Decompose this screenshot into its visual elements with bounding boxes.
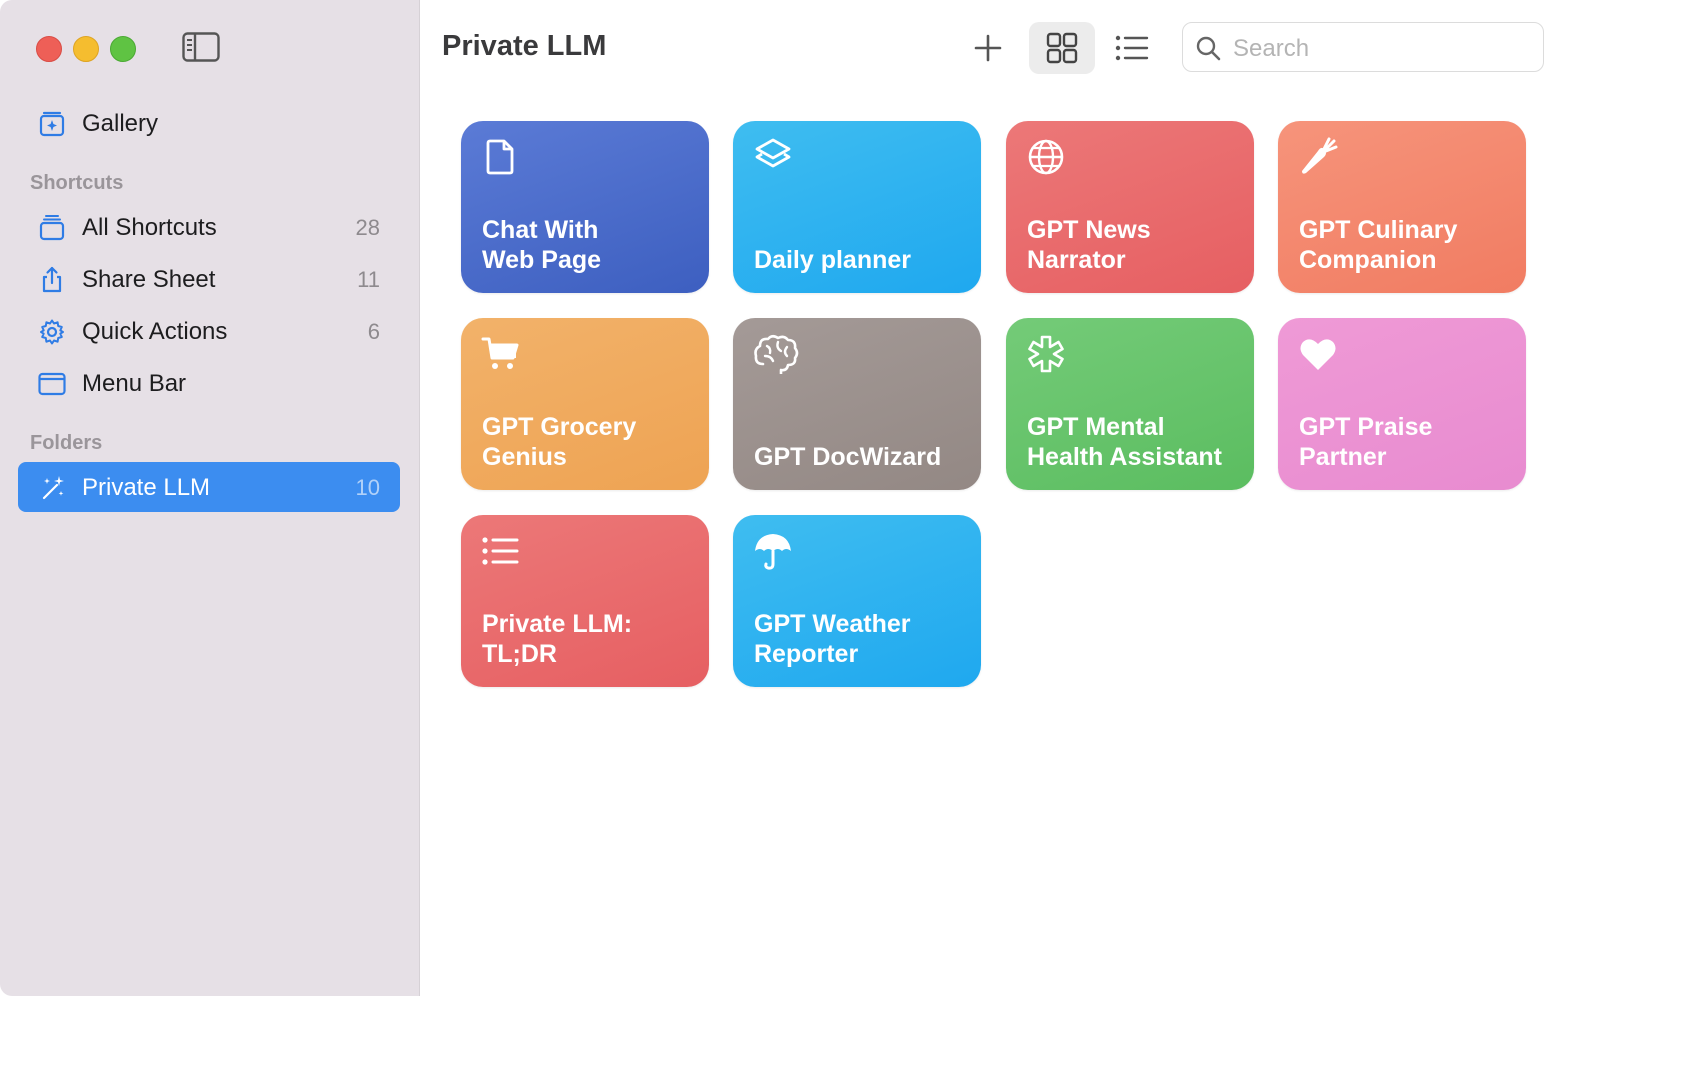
sidebar-item-label: Menu Bar	[82, 370, 187, 397]
shortcut-card-gpt-praise-partner[interactable]: GPT Praise Partner	[1278, 318, 1526, 490]
shortcut-card-private-llm-tldr[interactable]: Private LLM: TL;DR	[461, 515, 709, 687]
list-icon	[1115, 35, 1149, 61]
minimize-button[interactable]	[73, 36, 99, 62]
sidebar-item-count: 11	[357, 267, 380, 292]
shortcut-card-daily-planner[interactable]: Daily planner	[733, 121, 981, 293]
sidebar: Gallery Shortcuts All Shortcuts 28 Share…	[0, 0, 420, 996]
sidebar-item-share-sheet[interactable]: Share Sheet 11	[18, 254, 400, 304]
card-title: GPT Mental Health Assistant	[1027, 413, 1222, 471]
list-view-button[interactable]	[1099, 22, 1165, 74]
sidebar-item-count: 10	[355, 475, 380, 500]
share-icon	[42, 266, 62, 293]
sidebar-item-label: Share Sheet	[82, 266, 216, 293]
card-title: GPT Weather Reporter	[754, 610, 911, 668]
shortcut-card-gpt-weather-reporter[interactable]: GPT Weather Reporter	[733, 515, 981, 687]
shortcuts-section-header: Shortcuts	[30, 172, 124, 194]
sidebar-item-all-shortcuts[interactable]: All Shortcuts 28	[18, 202, 400, 252]
sidebar-item-label: Private LLM	[82, 474, 211, 501]
stack-icon	[39, 215, 65, 241]
sidebar-item-label: Quick Actions	[82, 318, 228, 345]
layers-icon	[755, 138, 791, 168]
shortcut-card-gpt-docwizard[interactable]: GPT DocWizard	[733, 318, 981, 490]
add-shortcut-button[interactable]	[955, 22, 1021, 74]
grid-view-button[interactable]	[1029, 22, 1095, 74]
search-field[interactable]	[1182, 22, 1544, 72]
sidebar-toggle-icon	[182, 32, 220, 62]
sidebar-item-gallery[interactable]: Gallery	[18, 98, 400, 148]
sidebar-item-menu-bar[interactable]: Menu Bar	[18, 358, 400, 408]
search-icon	[1196, 36, 1221, 61]
gallery-icon	[39, 111, 65, 137]
umbrella-icon	[755, 534, 791, 570]
shortcuts-window: Gallery Shortcuts All Shortcuts 28 Share…	[0, 0, 1560, 996]
plus-icon	[974, 34, 1002, 62]
card-title: GPT Praise Partner	[1299, 413, 1433, 471]
gear-icon	[40, 319, 64, 345]
list-icon	[482, 537, 519, 565]
sidebar-item-private-llm[interactable]: Private LLM 10	[18, 462, 400, 512]
shortcut-card-gpt-mental-health-assistant[interactable]: GPT Mental Health Assistant	[1006, 318, 1254, 490]
shortcut-card-chat-with-web-page[interactable]: Chat With Web Page	[461, 121, 709, 293]
folders-section-header: Folders	[30, 432, 103, 454]
sidebar-toggle-button[interactable]	[182, 32, 220, 62]
sidebar-item-count: 6	[367, 319, 380, 344]
card-title: GPT DocWizard	[754, 443, 942, 471]
page-title: Private LLM	[442, 30, 607, 62]
shortcut-card-gpt-culinary-companion[interactable]: GPT Culinary Companion	[1278, 121, 1526, 293]
heart-icon	[1300, 339, 1336, 370]
sidebar-item-label: Gallery	[82, 110, 159, 137]
card-title: GPT Grocery Genius	[482, 413, 637, 471]
cart-icon	[481, 337, 519, 369]
shortcut-card-gpt-grocery-genius[interactable]: GPT Grocery Genius	[461, 318, 709, 490]
sidebar-item-count: 28	[355, 215, 380, 240]
sidebar-item-quick-actions[interactable]: Quick Actions 6	[18, 306, 400, 356]
card-title: Daily planner	[754, 246, 911, 274]
medical-icon	[1028, 335, 1064, 373]
sidebar-item-label: All Shortcuts	[82, 214, 217, 241]
zoom-button[interactable]	[110, 36, 136, 62]
card-title: Chat With Web Page	[482, 216, 602, 274]
search-input[interactable]	[1231, 33, 1535, 65]
shortcut-card-gpt-news-narrator[interactable]: GPT News Narrator	[1006, 121, 1254, 293]
card-title: GPT News Narrator	[1027, 216, 1151, 274]
card-title: Private LLM: TL;DR	[482, 610, 633, 668]
sparkles-icon	[42, 476, 64, 500]
card-title: GPT Culinary Companion	[1299, 216, 1458, 274]
brain-icon	[754, 334, 799, 374]
carrot-icon	[1302, 137, 1338, 174]
globe-icon	[1028, 139, 1064, 175]
document-icon	[486, 139, 514, 175]
close-button[interactable]	[36, 36, 62, 62]
menubar-icon	[38, 372, 66, 396]
grid-icon	[1046, 32, 1078, 64]
